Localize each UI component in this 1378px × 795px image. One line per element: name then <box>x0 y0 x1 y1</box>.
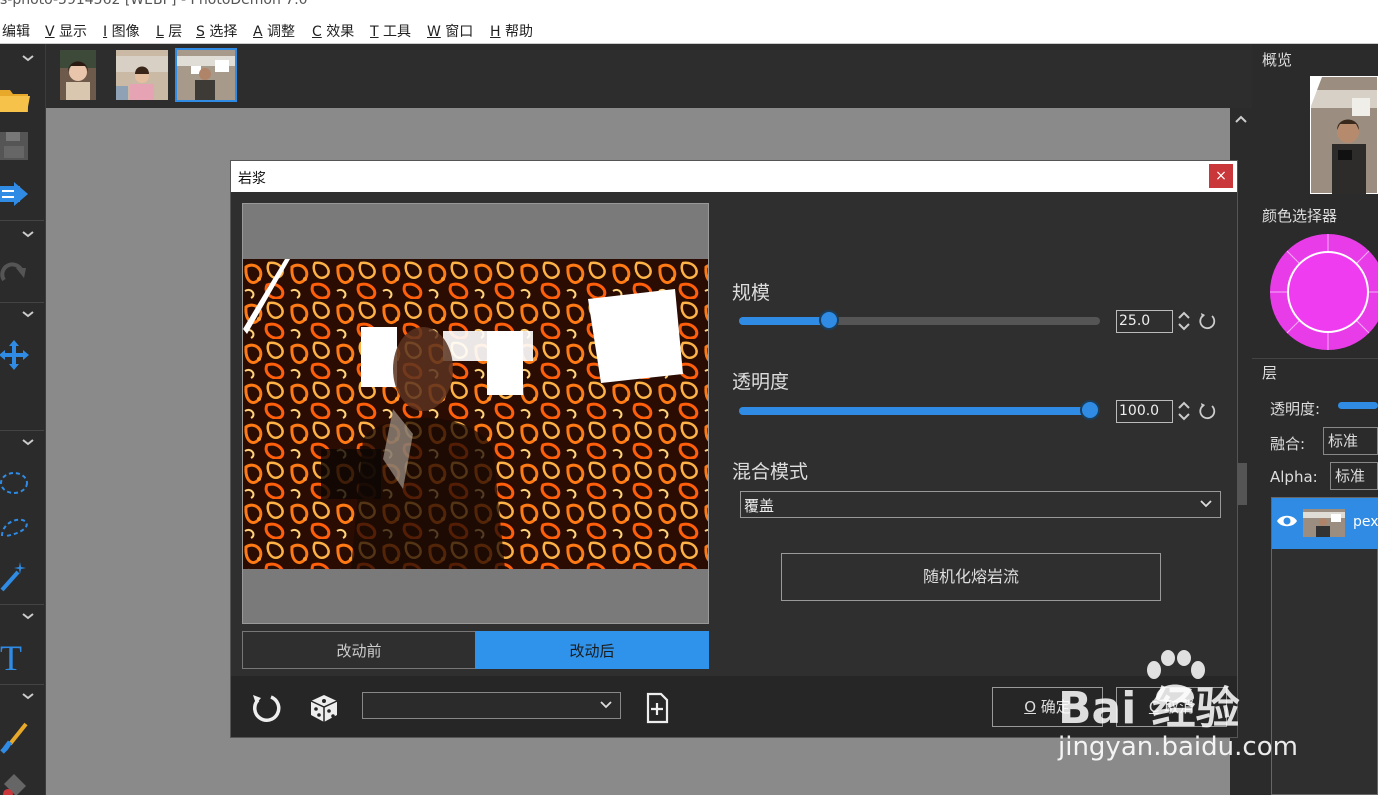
photodemon-window: s-photo-5914562 [WEBP] - PhotoDemon 7.0 … <box>0 0 1378 795</box>
open-folder-icon[interactable] <box>0 82 30 116</box>
save-icon[interactable] <box>0 128 30 162</box>
scale-slider-handle[interactable] <box>819 310 840 330</box>
chevron-down-icon <box>600 701 612 709</box>
alpha-select[interactable]: 标准 <box>1330 462 1378 490</box>
magic-wand-icon[interactable] <box>0 558 30 592</box>
layer-row[interactable]: pex <box>1272 498 1378 549</box>
toolbar-separator <box>0 604 44 605</box>
alpha-label: Alpha: <box>1270 468 1318 486</box>
spinner-icon[interactable] <box>1177 399 1191 423</box>
image-tab-thumbnail[interactable] <box>116 50 168 100</box>
cancel-button[interactable]: C 取消 <box>1116 687 1227 727</box>
lava-preview-image <box>243 259 708 569</box>
toolbar-separator <box>0 430 44 431</box>
blend-mode-select[interactable]: 覆盖 <box>740 491 1221 518</box>
after-button[interactable]: 改动后 <box>475 631 709 669</box>
randomize-lava-button[interactable]: 随机化熔岩流 <box>781 553 1161 601</box>
chevron-down-icon[interactable] <box>22 228 34 240</box>
fill-bucket-icon[interactable] <box>0 768 30 795</box>
chevron-down-icon[interactable] <box>22 436 34 448</box>
reset-icon[interactable] <box>1198 312 1216 330</box>
text-tool-icon[interactable]: T <box>0 640 30 674</box>
svg-text:T: T <box>0 640 22 674</box>
title-bar: s-photo-5914562 [WEBP] - PhotoDemon 7.0 <box>0 0 1378 14</box>
color-picker-title: 颜色选择器 <box>1262 207 1338 225</box>
opacity-value-input[interactable]: 100.0 <box>1116 400 1173 423</box>
menu-effects[interactable]: C 效果 <box>312 21 354 41</box>
toolbar-separator <box>0 684 44 685</box>
layer-list: pex <box>1271 497 1378 795</box>
dialog-title-bar: 岩浆 × <box>231 161 1237 192</box>
color-wheel[interactable] <box>1270 230 1378 354</box>
reset-icon[interactable] <box>1198 402 1216 420</box>
layers-title: 层 <box>1262 364 1278 382</box>
toolbar-separator <box>0 302 44 303</box>
image-tabs <box>46 44 1252 108</box>
chevron-down-icon[interactable] <box>22 610 34 622</box>
chevron-down-icon <box>1200 500 1212 508</box>
spinner-icon[interactable] <box>1177 309 1191 333</box>
overview-title: 概览 <box>1262 51 1293 69</box>
dialog-title: 岩浆 <box>238 171 266 187</box>
lava-effect-dialog: 岩浆 × 改动前 改动后 规模 25.0 透明度 100.0 混合模式 覆盖 随… <box>230 160 1238 738</box>
menu-bar: 编辑 V 显示 I 图像 L 层 S 选择 A 调整 C 效果 T 工具 W 窗… <box>0 14 1378 44</box>
close-button[interactable]: × <box>1209 164 1233 188</box>
menu-image[interactable]: I 图像 <box>103 21 140 41</box>
reset-all-icon[interactable] <box>249 691 283 725</box>
layer-thumbnail <box>1303 509 1345 537</box>
chevron-up-icon[interactable] <box>1235 114 1247 124</box>
chevron-down-icon[interactable] <box>22 308 34 320</box>
menu-layer[interactable]: L 层 <box>156 21 182 41</box>
brush-icon[interactable] <box>0 720 30 754</box>
blend-label: 融合: <box>1270 435 1306 453</box>
export-icon[interactable] <box>0 176 30 210</box>
menu-help[interactable]: H 帮助 <box>490 21 533 41</box>
image-tab-thumbnail[interactable] <box>60 50 96 100</box>
blend-mode-label: 混合模式 <box>732 461 809 483</box>
before-button[interactable]: 改动前 <box>242 631 476 669</box>
panel-separator <box>1252 358 1378 359</box>
add-preset-icon[interactable] <box>640 691 674 725</box>
opacity-slider-handle[interactable] <box>1080 400 1100 420</box>
menu-edit[interactable]: 编辑 <box>2 21 30 41</box>
scale-value-input[interactable]: 25.0 <box>1116 310 1173 333</box>
menu-select[interactable]: S 选择 <box>196 21 237 41</box>
ok-button[interactable]: O 确定 <box>992 687 1103 727</box>
redo-icon[interactable] <box>0 256 30 290</box>
opacity-slider[interactable] <box>739 400 1100 420</box>
window-title: s-photo-5914562 [WEBP] - PhotoDemon 7.0 <box>0 0 308 8</box>
dialog-footer: O 确定 C 取消 <box>231 676 1237 737</box>
menu-view[interactable]: V 显示 <box>45 21 87 41</box>
dice-randomize-icon[interactable] <box>307 691 341 725</box>
eye-icon[interactable] <box>1276 514 1298 528</box>
blend-select[interactable]: 标准 <box>1323 427 1378 455</box>
image-tab-thumbnail-active[interactable] <box>175 48 237 102</box>
toolbar-separator <box>0 220 44 221</box>
menu-tools[interactable]: T 工具 <box>370 21 411 41</box>
ellipse-select-icon[interactable] <box>0 466 30 500</box>
right-panel: 概览 颜色选择器 层 透明度: 融合: 标准 Alpha: 标准 pex <box>1252 44 1378 795</box>
blend-mode-value: 覆盖 <box>744 497 775 515</box>
left-toolbar: T <box>0 44 46 795</box>
layer-name: pex <box>1353 514 1378 530</box>
layer-opacity-slider[interactable] <box>1338 402 1378 409</box>
lasso-select-icon[interactable] <box>0 510 30 544</box>
scale-label: 规模 <box>732 282 771 304</box>
scale-slider[interactable] <box>739 310 1100 330</box>
menu-window[interactable]: W 窗口 <box>427 21 473 41</box>
layer-opacity-label: 透明度: <box>1270 400 1321 418</box>
opacity-label: 透明度 <box>732 371 790 393</box>
chevron-down-icon[interactable] <box>22 690 34 702</box>
opacity-slider-fill <box>739 407 1090 415</box>
overview-thumbnail[interactable] <box>1310 76 1378 194</box>
chevron-down-icon[interactable] <box>22 52 34 64</box>
effect-preview <box>242 203 709 624</box>
move-tool-icon[interactable] <box>0 338 30 372</box>
menu-adjust[interactable]: A 调整 <box>253 21 295 41</box>
scale-slider-fill <box>739 317 830 325</box>
preset-select[interactable] <box>362 692 621 719</box>
scrollbar-thumb[interactable] <box>1237 463 1247 505</box>
